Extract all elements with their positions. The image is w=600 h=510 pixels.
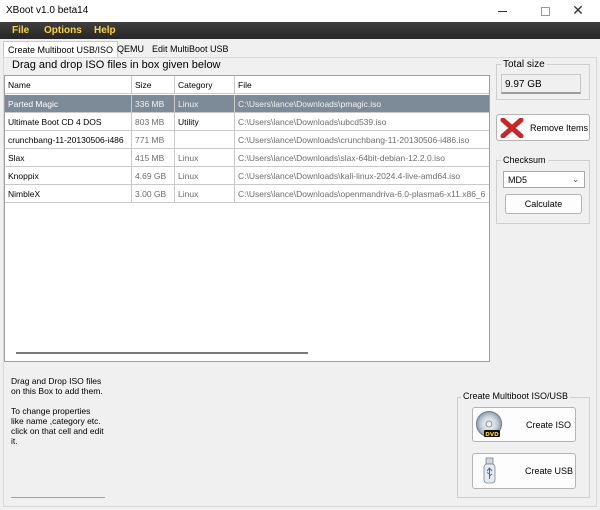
- checksum-algorithm-select[interactable]: MD5 ⌄: [503, 171, 585, 188]
- row-name[interactable]: Knoppix: [5, 167, 132, 185]
- total-size-value: 9.97 GB: [501, 74, 581, 94]
- column-header-category[interactable]: Category: [175, 76, 235, 94]
- row-category[interactable]: Linux: [175, 185, 235, 203]
- drop-instructions: Drag and drop ISO files in box given bel…: [12, 59, 221, 71]
- create-usb-label: Create USB: [525, 466, 574, 476]
- close-icon: ✕: [572, 3, 584, 19]
- row-file: C:\Users\lance\Downloads\ubcd539.iso: [235, 113, 489, 131]
- minimize-button[interactable]: [480, 0, 524, 22]
- checksum-label: Checksum: [501, 155, 548, 165]
- calculate-label: Calculate: [524, 199, 563, 209]
- list-row[interactable]: Parted Magic 336 MB Linux C:\Users\lance…: [5, 95, 489, 113]
- close-button[interactable]: ✕: [556, 0, 600, 22]
- row-file: C:\Users\lance\Downloads\slax-64bit-debi…: [235, 149, 489, 167]
- total-size-label: Total size: [501, 59, 547, 70]
- row-size: 336 MB: [132, 95, 175, 113]
- row-name[interactable]: crunchbang-11-20130506-i486: [5, 131, 132, 149]
- row-category[interactable]: Utility: [175, 113, 235, 131]
- row-category[interactable]: Linux: [175, 95, 235, 113]
- usb-drive-icon: [483, 457, 496, 484]
- menu-options[interactable]: Options: [44, 25, 82, 36]
- column-header-file[interactable]: File: [235, 76, 489, 94]
- remove-x-icon: [500, 117, 524, 138]
- tab-strip: Create Multiboot USB/ISO QEMU Edit Multi…: [0, 41, 600, 58]
- row-size: 3.00 GB: [132, 185, 175, 203]
- minimize-icon: [497, 10, 507, 12]
- remove-items-label: Remove Items: [530, 122, 589, 133]
- list-row[interactable]: Slax 415 MB Linux C:\Users\lance\Downloa…: [5, 149, 489, 167]
- create-multiboot-label: Create Multiboot ISO/USB: [461, 391, 571, 401]
- tab-create-multiboot[interactable]: Create Multiboot USB/ISO: [3, 41, 119, 58]
- row-category[interactable]: [175, 131, 235, 149]
- list-header: Name Size Category File: [5, 76, 489, 94]
- row-category[interactable]: Linux: [175, 167, 235, 185]
- iso-list[interactable]: Name Size Category File Parted Magic 336…: [4, 75, 490, 362]
- column-header-name[interactable]: Name: [5, 76, 132, 94]
- create-usb-button[interactable]: Create USB: [472, 453, 576, 489]
- menu-file[interactable]: File: [12, 25, 29, 36]
- help-text-edit: To change properties like name ,category…: [11, 406, 104, 446]
- row-name[interactable]: Parted Magic: [5, 95, 132, 113]
- row-size: 415 MB: [132, 149, 175, 167]
- list-row[interactable]: Ultimate Boot CD 4 DOS 803 MB Utility C:…: [5, 113, 489, 131]
- list-row[interactable]: Knoppix 4.69 GB Linux C:\Users\lance\Dow…: [5, 167, 489, 185]
- tab-edit-multiboot[interactable]: Edit MultiBoot USB: [148, 41, 233, 57]
- menu-bar: File Options Help: [0, 22, 600, 39]
- row-name[interactable]: Slax: [5, 149, 132, 167]
- window-title: XBoot v1.0 beta14: [6, 5, 89, 16]
- list-row[interactable]: crunchbang-11-20130506-i486 771 MB C:\Us…: [5, 131, 489, 149]
- row-category[interactable]: Linux: [175, 149, 235, 167]
- row-name[interactable]: Ultimate Boot CD 4 DOS: [5, 113, 132, 131]
- row-file: C:\Users\lance\Downloads\pmagic.iso: [235, 95, 489, 113]
- dvd-icon: DVD: [476, 410, 502, 437]
- list-row[interactable]: NimbleX 3.00 GB Linux C:\Users\lance\Dow…: [5, 185, 489, 203]
- calculate-button[interactable]: Calculate: [505, 194, 582, 214]
- row-file: C:\Users\lance\Downloads\openmandriva-6.…: [235, 185, 489, 203]
- row-name[interactable]: NimbleX: [5, 185, 132, 203]
- checksum-selected-value: MD5: [508, 175, 528, 185]
- row-size: 4.69 GB: [132, 167, 175, 185]
- create-iso-label: Create ISO: [526, 419, 572, 430]
- row-file: C:\Users\lance\Downloads\crunchbang-11-2…: [235, 131, 489, 149]
- chevron-down-icon: ⌄: [572, 175, 579, 184]
- tab-qemu[interactable]: QEMU: [113, 41, 148, 57]
- menu-help[interactable]: Help: [94, 25, 116, 36]
- checksum-group: [496, 160, 590, 224]
- create-iso-button[interactable]: DVD Create ISO: [472, 407, 576, 442]
- row-size: 771 MB: [132, 131, 175, 149]
- column-header-size[interactable]: Size: [132, 76, 175, 94]
- help-text-add: Drag and Drop ISO files on this Box to a…: [11, 376, 103, 396]
- title-bar: XBoot v1.0 beta14 ✕: [0, 0, 600, 22]
- svg-text:DVD: DVD: [485, 431, 499, 437]
- horizontal-scrollbar[interactable]: [16, 352, 308, 354]
- help-textbox: Drag and Drop ISO files on this Box to a…: [11, 376, 105, 498]
- row-file: C:\Users\lance\Downloads\kali-linux-2024…: [235, 167, 489, 185]
- remove-items-button[interactable]: Remove Items: [496, 114, 590, 141]
- maximize-icon: [540, 6, 550, 16]
- row-size: 803 MB: [132, 113, 175, 131]
